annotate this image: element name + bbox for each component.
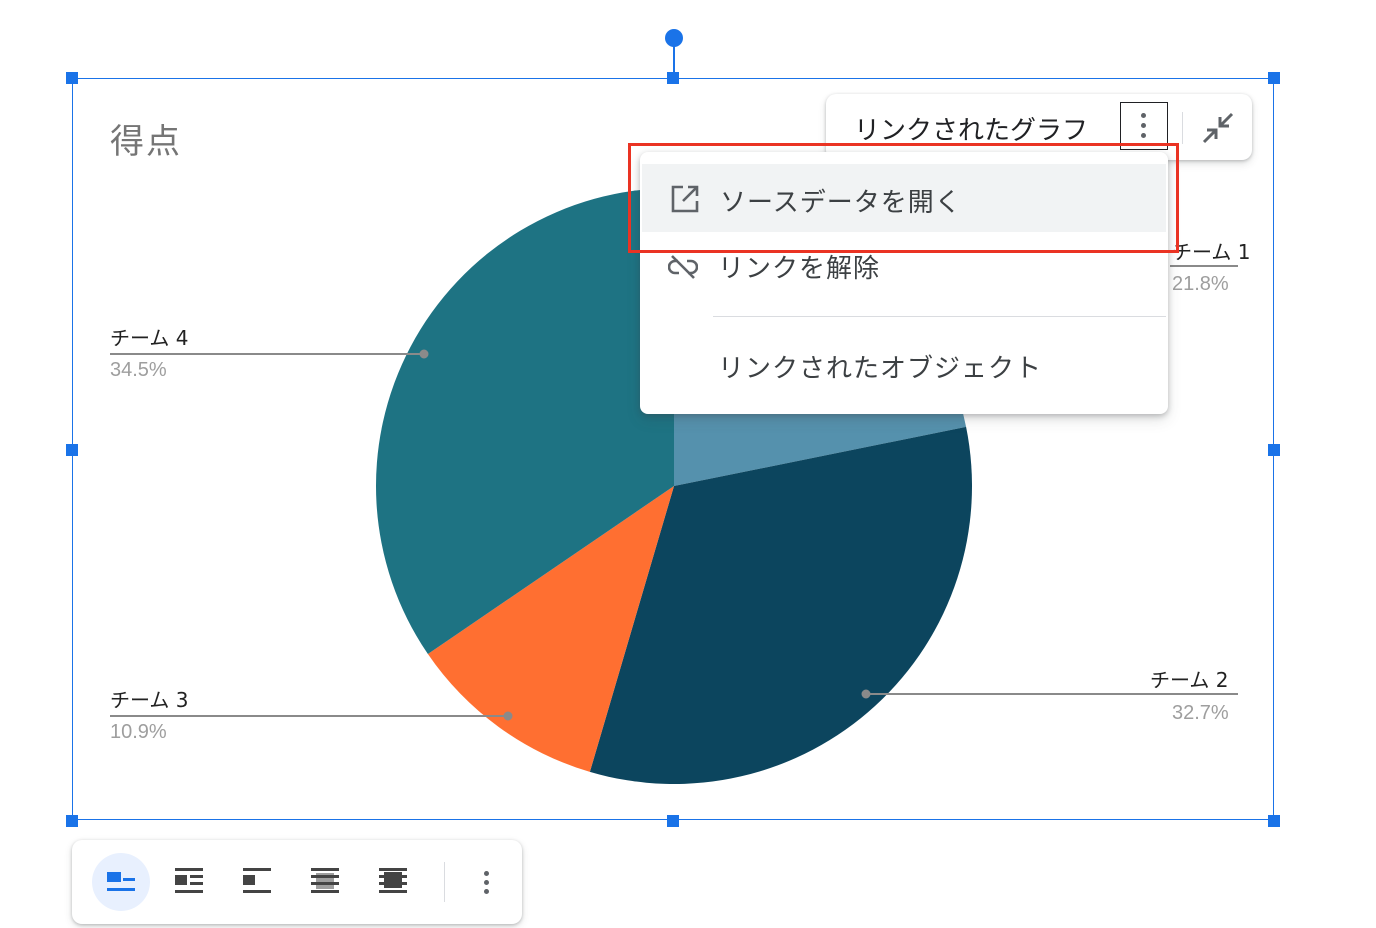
collapse-icon: [1202, 112, 1234, 144]
wrap-inline-icon: [107, 872, 135, 891]
behind-text-icon: [311, 868, 339, 893]
wrap-text-icon: [175, 868, 203, 893]
linked-chart-label: リンクされたグラフ: [854, 116, 1089, 146]
wrap-text-button[interactable]: [160, 853, 218, 911]
resize-handle-left[interactable]: [66, 444, 78, 456]
resize-handle-top-right[interactable]: [1268, 72, 1280, 84]
collapse-button[interactable]: [1198, 108, 1238, 148]
toolbar-divider: [1182, 112, 1183, 144]
menu-item-linked-objects[interactable]: リンクされたオブジェクト: [640, 332, 1168, 400]
resize-handle-top[interactable]: [667, 72, 679, 84]
resize-handle-top-left[interactable]: [66, 72, 78, 84]
resize-handle-bottom-left[interactable]: [66, 815, 78, 827]
rotate-handle[interactable]: [665, 29, 683, 47]
link-off-icon: [668, 255, 698, 279]
resize-handle-bottom-right[interactable]: [1268, 815, 1280, 827]
behind-text-button[interactable]: [296, 853, 354, 911]
in-front-of-text-button[interactable]: [364, 853, 422, 911]
menu-item-label: リンクされたオブジェクト: [718, 354, 1043, 384]
menu-item-label: リンクを解除: [718, 254, 881, 284]
break-text-button[interactable]: [228, 853, 286, 911]
wrap-inline-button[interactable]: [92, 853, 150, 911]
menu-separator: [713, 316, 1166, 317]
highlight-annotation: [628, 143, 1179, 253]
in-front-of-text-icon: [379, 868, 407, 893]
resize-handle-bottom[interactable]: [667, 815, 679, 827]
resize-handle-right[interactable]: [1268, 444, 1280, 456]
more-options-button[interactable]: [467, 853, 507, 911]
toolbar-divider: [444, 862, 445, 902]
image-layout-toolbar: [72, 840, 522, 924]
break-text-icon: [243, 868, 271, 893]
